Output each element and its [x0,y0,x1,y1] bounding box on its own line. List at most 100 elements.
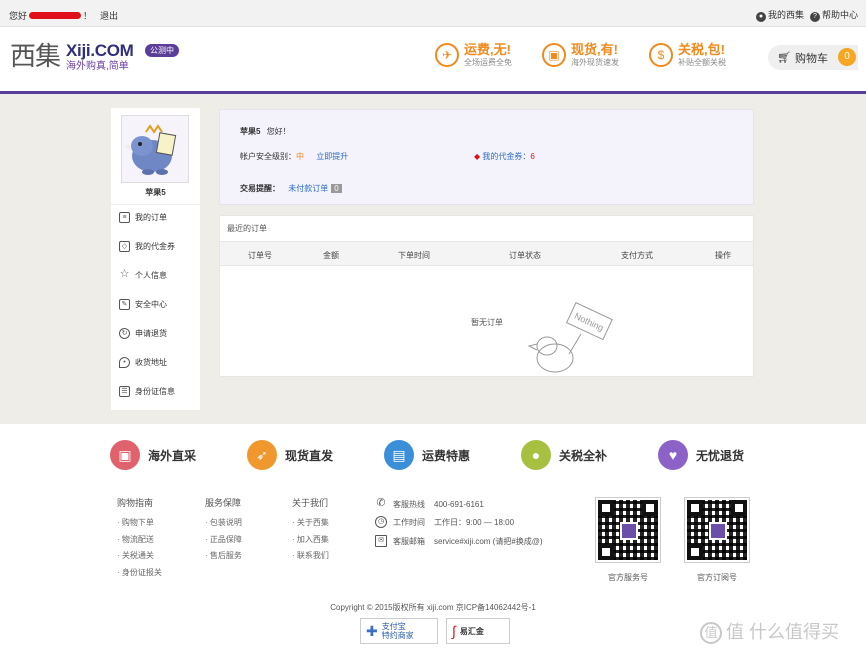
logout-link[interactable]: 退出 [100,9,118,22]
heart-icon: ♥ [658,440,688,470]
cart-label: 购物车 [794,52,828,65]
column-header: 订单状态 [509,251,541,260]
trade-reminder-line: 交易提醒： 未付款订单 0 [240,183,342,194]
service-label: 现货直发 [285,448,334,463]
footer-link[interactable]: · 加入西集 [292,532,329,549]
copyright: Copyright © 2015版权所有 xiji.com 京ICP备14062… [330,603,536,612]
footer-link[interactable]: · 关税通关 [117,548,162,565]
feature-sub: 全场运费全免 [464,58,512,67]
service-label: 无忧退货 [696,448,745,463]
unpaid-orders-link[interactable]: 未付款订单 [288,184,328,193]
id-card-icon: ☰ [119,385,130,397]
sidebar-item-label: 我的代金券 [135,241,175,251]
account-username: 苹果5 [240,127,261,136]
welcome-line: 苹果5 您好！ [240,126,291,137]
feature-sub: 补贴全额关税 [678,58,726,67]
column-header: 金额 [323,251,339,260]
sidebar-item-label: 我的订单 [135,212,167,222]
sidebar-item-label: 收货地址 [135,357,167,367]
greeting: 您好 ！ 退出 [9,9,118,22]
sidebar-item-address[interactable]: • 收货地址 [119,354,167,370]
feature-free-shipping: ✈ 运费,无! 全场运费全免 [435,42,512,68]
feature-title: 运费,无! [464,42,511,57]
logo-slogan: 海外购真,简单 [66,61,129,72]
service-overseas-direct: ▣ 海外直采 [110,440,196,470]
greeting-exclaim: ！ [83,11,93,21]
coupon-count: 6 [530,152,535,161]
alipay-text: 支付宝 特约商家 [381,622,414,640]
footer-link[interactable]: · 包装说明 [205,515,242,532]
footer-link[interactable]: · 关于西集 [292,515,329,532]
footer-link[interactable]: · 售后服务 [205,548,242,565]
column-header: 操作 [715,251,731,260]
coupon-tag-icon: ◆ [474,152,481,161]
security-label: 帐户安全级别： [240,152,296,161]
cart-count: 0 [838,48,856,66]
clock-icon: ◷ [375,516,387,528]
site-logo[interactable]: 西集 Xiji.COM 海外购真,简单 [10,42,134,73]
sidebar-item-label: 申请退货 [135,328,167,338]
column-header: 下单时间 [398,251,430,260]
watermark-icon: 值 [700,621,722,644]
puzzle-icon: ✚ [366,622,378,639]
sidebar-item-label: 身份证信息 [135,386,175,396]
divider [111,204,200,205]
qr-caption: 官方服务号 [608,573,648,582]
service-stock-ship: ➶ 现货直发 [247,440,333,470]
alipay-badge[interactable]: ✚ 支付宝 特约商家 [360,618,438,644]
my-xiji-label: 我的西集 [767,10,804,20]
sidebar-item-coupons[interactable]: ◇ 我的代金券 [119,238,175,254]
my-xiji-link[interactable]: ● 我的西集 [755,8,804,22]
watermark-text: 值 什么值得买 [726,622,840,642]
contact-value: 工作日：9:00 — 18:00 [434,517,515,527]
bag-icon: ▣ [110,440,140,470]
my-coupons-link[interactable]: ◆ 我的代金券：6 [474,151,535,162]
cart-button[interactable]: 🛒︎ 购物车 0 [768,45,858,70]
yihuijin-text: 易汇金 [459,626,484,636]
star-icon: ☆ [119,267,130,280]
contact-label: 客服热线 [393,499,425,509]
location-icon: • [119,356,130,368]
account-hello: 您好！ [266,127,291,136]
edit-icon: ✎ [119,298,130,310]
sidebar-item-returns[interactable]: ↻ 申请退货 [119,325,167,341]
footer-link[interactable]: · 物流配送 [117,532,162,549]
sidebar-item-profile[interactable]: ☆ 个人信息 [119,267,167,283]
contact-value: service#xiji.com (请把#换成@) [434,536,543,546]
plane-icon: ✈ [435,43,459,67]
service-label: 海外直采 [148,448,197,463]
footer-link[interactable]: · 身份证报关 [117,565,162,582]
security-level-line: 帐户安全级别：中 立即提升 [240,151,348,162]
empty-state-illustration: Nothing [527,302,613,373]
sidebar-item-my-orders[interactable]: ≡ 我的订单 [119,209,167,225]
yihuijin-badge[interactable]: ∫ 易汇金 [446,618,510,644]
redacted-username [29,12,82,19]
footer-link[interactable]: · 联系我们 [292,548,329,565]
contact-label: 工作时间 [393,517,425,527]
account-sidebar: 苹果5 ≡ 我的订单 ◇ 我的代金券 ☆ 个人信息 ✎ 安全中心 ↻ 申请退货 • 收货地址… [111,108,200,410]
qr-caption: 官方订阅号 [697,573,737,582]
help-center-link[interactable]: ? 帮助中心 [809,8,858,22]
contact-email: ✉ 客服邮箱 service#xiji.com (请把#换成@) [375,535,543,547]
footer-heading: 服务保障 [205,498,242,508]
footer-link[interactable]: · 正品保障 [205,532,242,549]
box-icon: ▣ [542,43,566,67]
service-label: 运费特惠 [422,448,471,463]
sidebar-item-label: 安全中心 [135,299,167,309]
account-summary: 苹果5 您好！ 帐户安全级别：中 立即提升 ◆ 我的代金券：6 交易提醒： 未付… [219,109,754,205]
upgrade-security-link[interactable]: 立即提升 [316,152,348,161]
avatar[interactable] [121,115,189,183]
user-icon: ● [755,12,766,22]
footer-heading: 购物指南 [117,498,154,508]
sidebar-item-id-card[interactable]: ☰ 身份证信息 [119,383,175,399]
recent-orders-title: 最近的订单 [227,224,267,233]
footer-link[interactable]: · 购物下单 [117,515,162,532]
feature-tax: $ 关税,包! 补贴全额关税 [649,42,726,68]
recent-orders-panel: 最近的订单 订单号 金额 下单时间 订单状态 支付方式 操作 暂无订单 Noth… [219,215,754,377]
logo-cn: 西集 [10,42,61,72]
sidebar-item-security[interactable]: ✎ 安全中心 [119,296,167,312]
contact-value: 400-691-6161 [434,499,484,509]
service-easy-return: ♥ 无忧退货 [658,440,744,470]
service-label: 关税全补 [559,448,608,463]
refresh-icon: ↻ [119,327,130,339]
